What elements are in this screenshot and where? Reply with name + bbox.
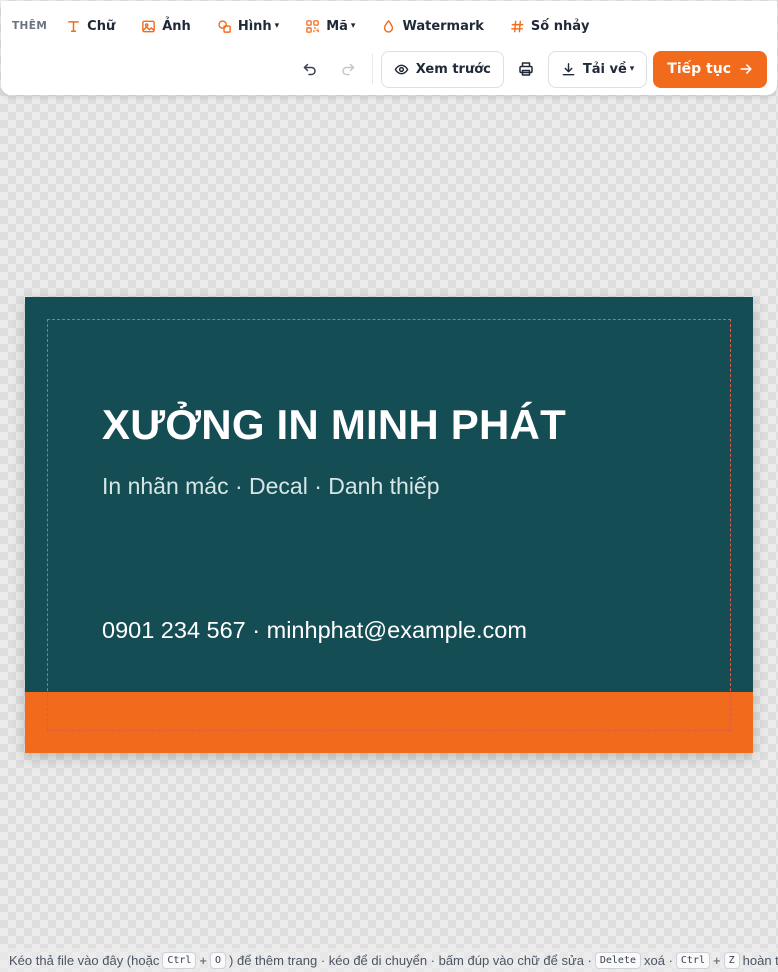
add-code-dropdown[interactable]: Mã ▾ xyxy=(292,11,368,41)
add-shape-label: Hình xyxy=(237,18,272,34)
eye-icon xyxy=(394,64,409,74)
kbd-z: Z xyxy=(723,951,740,969)
preview-label: Xem trước xyxy=(415,61,491,77)
add-watermark-label: Watermark xyxy=(402,18,484,34)
chevron-down-icon: ▾ xyxy=(629,64,635,74)
add-text-label: Chữ xyxy=(87,18,116,34)
continue-button[interactable]: Tiếp tục xyxy=(653,50,767,88)
kbd-o: O xyxy=(210,951,227,969)
safe-area-guide xyxy=(47,319,731,731)
card-accent-stripe[interactable] xyxy=(25,692,753,753)
add-watermark-button[interactable]: Watermark xyxy=(368,11,496,41)
download-dropdown[interactable]: Tải về ▾ xyxy=(547,50,648,88)
add-number-button[interactable]: Số nhảy xyxy=(497,11,603,41)
hint-text: hoàn tác xyxy=(742,952,778,968)
add-label: THÊM xyxy=(12,20,48,32)
add-text-button[interactable]: Chữ xyxy=(53,11,128,41)
card-contact-text[interactable]: 0901 234 567 · minhphat@example.com xyxy=(102,617,527,644)
kbd-ctrl: Ctrl xyxy=(162,951,197,969)
card-title-text[interactable]: XƯỞNG IN MINH PHÁT xyxy=(102,401,566,449)
add-tools-row: THÊM Chữ Ảnh Hình ▾ Mã ▾ Watermark Số nh… xyxy=(1,1,777,51)
kbd-plus: + xyxy=(199,952,208,968)
hint-text: xoá · xyxy=(644,952,673,968)
hint-text: ) để thêm trang · kéo để di chuyển · bấm… xyxy=(229,952,592,968)
add-code-label: Mã xyxy=(326,18,348,34)
shapes-icon xyxy=(218,19,231,33)
kbd-plus: + xyxy=(713,952,721,968)
continue-label: Tiếp tục xyxy=(667,61,731,77)
actions-row: Xem trước Tải về ▾ Tiếp tục xyxy=(294,50,767,88)
kbd-ctrl: Ctrl xyxy=(675,951,710,969)
business-card-canvas[interactable]: XƯỞNG IN MINH PHÁT In nhãn mác · Decal ·… xyxy=(25,297,753,753)
qr-code-icon xyxy=(306,19,319,33)
chevron-down-icon: ▾ xyxy=(350,21,356,31)
card-subtitle-text[interactable]: In nhãn mác · Decal · Danh thiếp xyxy=(102,473,440,500)
image-icon xyxy=(142,20,156,32)
undo-icon xyxy=(303,63,316,76)
redo-button[interactable] xyxy=(332,53,364,85)
droplet-icon xyxy=(384,19,394,33)
chevron-down-icon: ▾ xyxy=(274,21,280,31)
download-icon xyxy=(562,62,575,75)
undo-button[interactable] xyxy=(294,53,326,85)
hint-text: Kéo thả file vào đây (hoặc xyxy=(9,952,160,968)
print-button[interactable] xyxy=(510,53,542,85)
preview-button[interactable]: Xem trước xyxy=(380,50,504,88)
editor-toolbar: THÊM Chữ Ảnh Hình ▾ Mã ▾ Watermark Số nh… xyxy=(1,1,777,95)
printer-icon xyxy=(519,62,533,76)
add-shape-dropdown[interactable]: Hình ▾ xyxy=(204,11,292,41)
text-icon xyxy=(68,20,80,32)
arrow-right-icon xyxy=(740,64,752,74)
help-hint-bar: Kéo thả file vào đây (hoặc Ctrl + O ) để… xyxy=(0,948,778,972)
toolbar-divider xyxy=(371,54,373,84)
download-label: Tải về xyxy=(582,61,627,77)
add-image-button[interactable]: Ảnh xyxy=(128,11,204,41)
add-image-label: Ảnh xyxy=(162,18,191,34)
add-number-label: Số nhảy xyxy=(530,18,590,34)
redo-icon xyxy=(342,63,354,76)
kbd-delete: Delete xyxy=(594,951,641,969)
hash-icon xyxy=(511,20,524,32)
